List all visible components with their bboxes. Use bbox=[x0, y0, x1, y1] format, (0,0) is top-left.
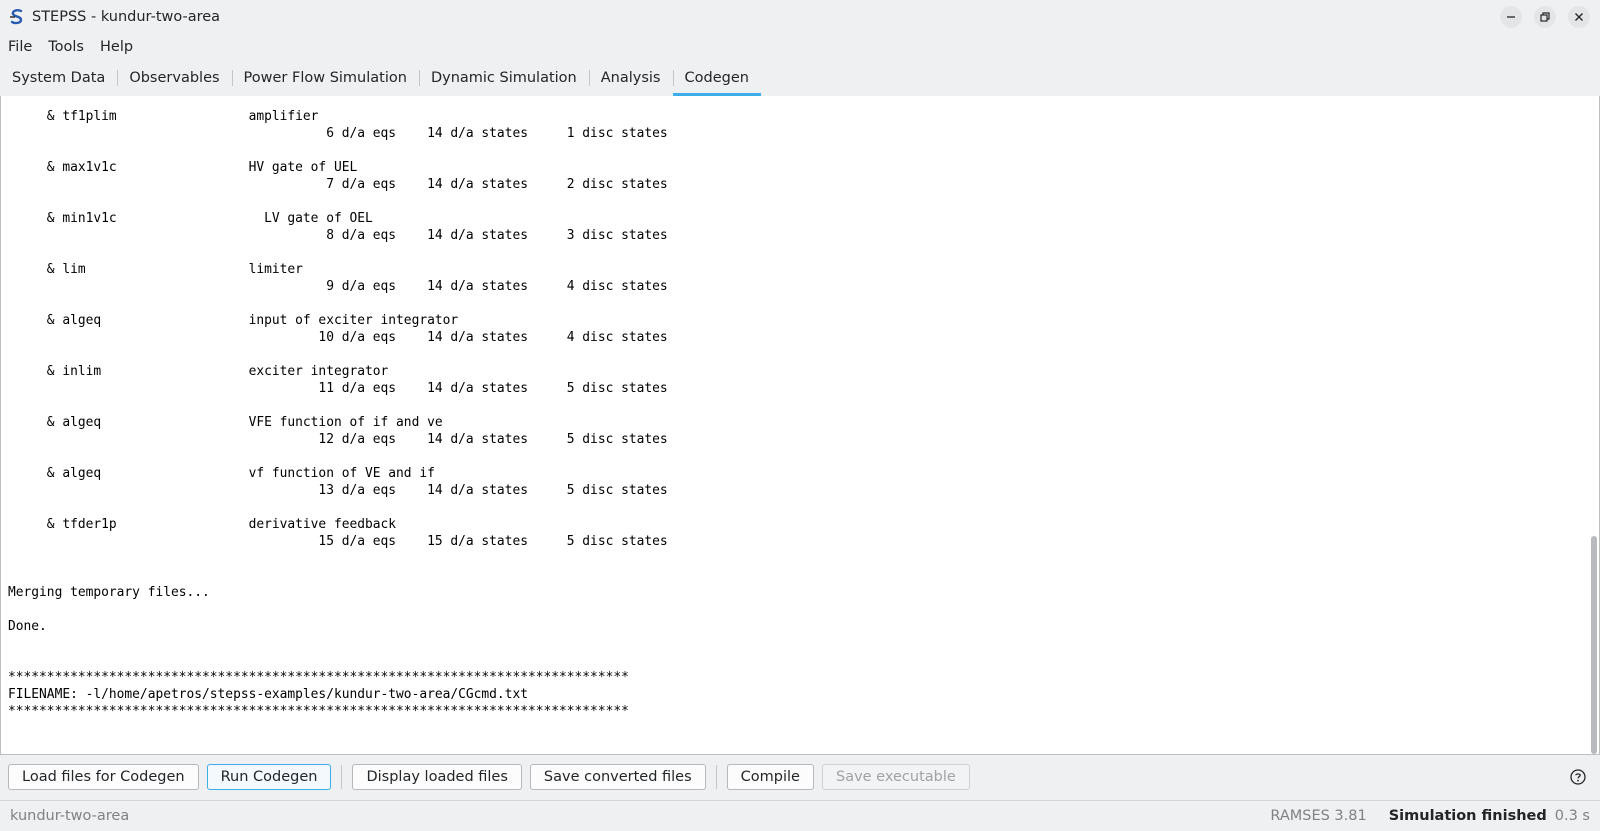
codegen-output-console[interactable]: & tf1plim amplifier 6 d/a eqs 14 d/a sta… bbox=[0, 96, 1600, 755]
restore-icon bbox=[1540, 12, 1550, 22]
close-button[interactable] bbox=[1568, 6, 1590, 28]
toolbar-separator bbox=[715, 765, 717, 789]
tab-analysis[interactable]: Analysis bbox=[588, 60, 673, 96]
tab-bar: System Data Observables Power Flow Simul… bbox=[0, 60, 1600, 97]
close-icon bbox=[1575, 13, 1583, 21]
compile-button[interactable]: Compile bbox=[726, 764, 814, 790]
simulation-time: 0.3 s bbox=[1554, 808, 1590, 824]
minimize-button[interactable] bbox=[1500, 6, 1522, 28]
project-name: kundur-two-area bbox=[10, 808, 130, 824]
restore-button[interactable] bbox=[1534, 6, 1556, 28]
menu-bar: File Tools Help bbox=[0, 34, 1600, 60]
help-icon[interactable] bbox=[1570, 769, 1586, 785]
scrollbar-thumb[interactable] bbox=[1591, 536, 1597, 754]
minimize-icon bbox=[1507, 16, 1515, 18]
codegen-button-bar: Load files for Codegen Run Codegen Displ… bbox=[0, 754, 1600, 800]
menu-tools[interactable]: Tools bbox=[40, 34, 92, 60]
load-files-button[interactable]: Load files for Codegen bbox=[8, 764, 199, 790]
window-controls bbox=[1500, 6, 1590, 28]
console-text: & tf1plim amplifier 6 d/a eqs 14 d/a sta… bbox=[8, 109, 668, 719]
save-converted-files-button[interactable]: Save converted files bbox=[529, 764, 706, 790]
tab-codegen[interactable]: Codegen bbox=[672, 60, 761, 96]
menu-file[interactable]: File bbox=[0, 34, 40, 60]
vertical-scrollbar[interactable] bbox=[1589, 96, 1597, 754]
tab-system-data[interactable]: System Data bbox=[0, 60, 117, 96]
menu-help[interactable]: Help bbox=[92, 34, 141, 60]
save-executable-button: Save executable bbox=[821, 764, 970, 790]
title-bar: STEPSS - kundur-two-area bbox=[0, 0, 1600, 34]
ramses-version: RAMSES 3.81 bbox=[1270, 808, 1367, 824]
toolbar-separator bbox=[341, 765, 343, 789]
simulation-status: Simulation finished bbox=[1388, 808, 1547, 824]
stepss-logo-icon bbox=[10, 9, 23, 25]
tab-dynamic-simulation[interactable]: Dynamic Simulation bbox=[418, 60, 589, 96]
status-bar: kundur-two-area RAMSES 3.81 Simulation f… bbox=[0, 800, 1600, 831]
tab-observables[interactable]: Observables bbox=[117, 60, 231, 96]
tab-power-flow-simulation[interactable]: Power Flow Simulation bbox=[231, 60, 419, 96]
run-codegen-button[interactable]: Run Codegen bbox=[206, 764, 332, 790]
window-title: STEPSS - kundur-two-area bbox=[32, 9, 221, 25]
display-loaded-files-button[interactable]: Display loaded files bbox=[352, 764, 522, 790]
